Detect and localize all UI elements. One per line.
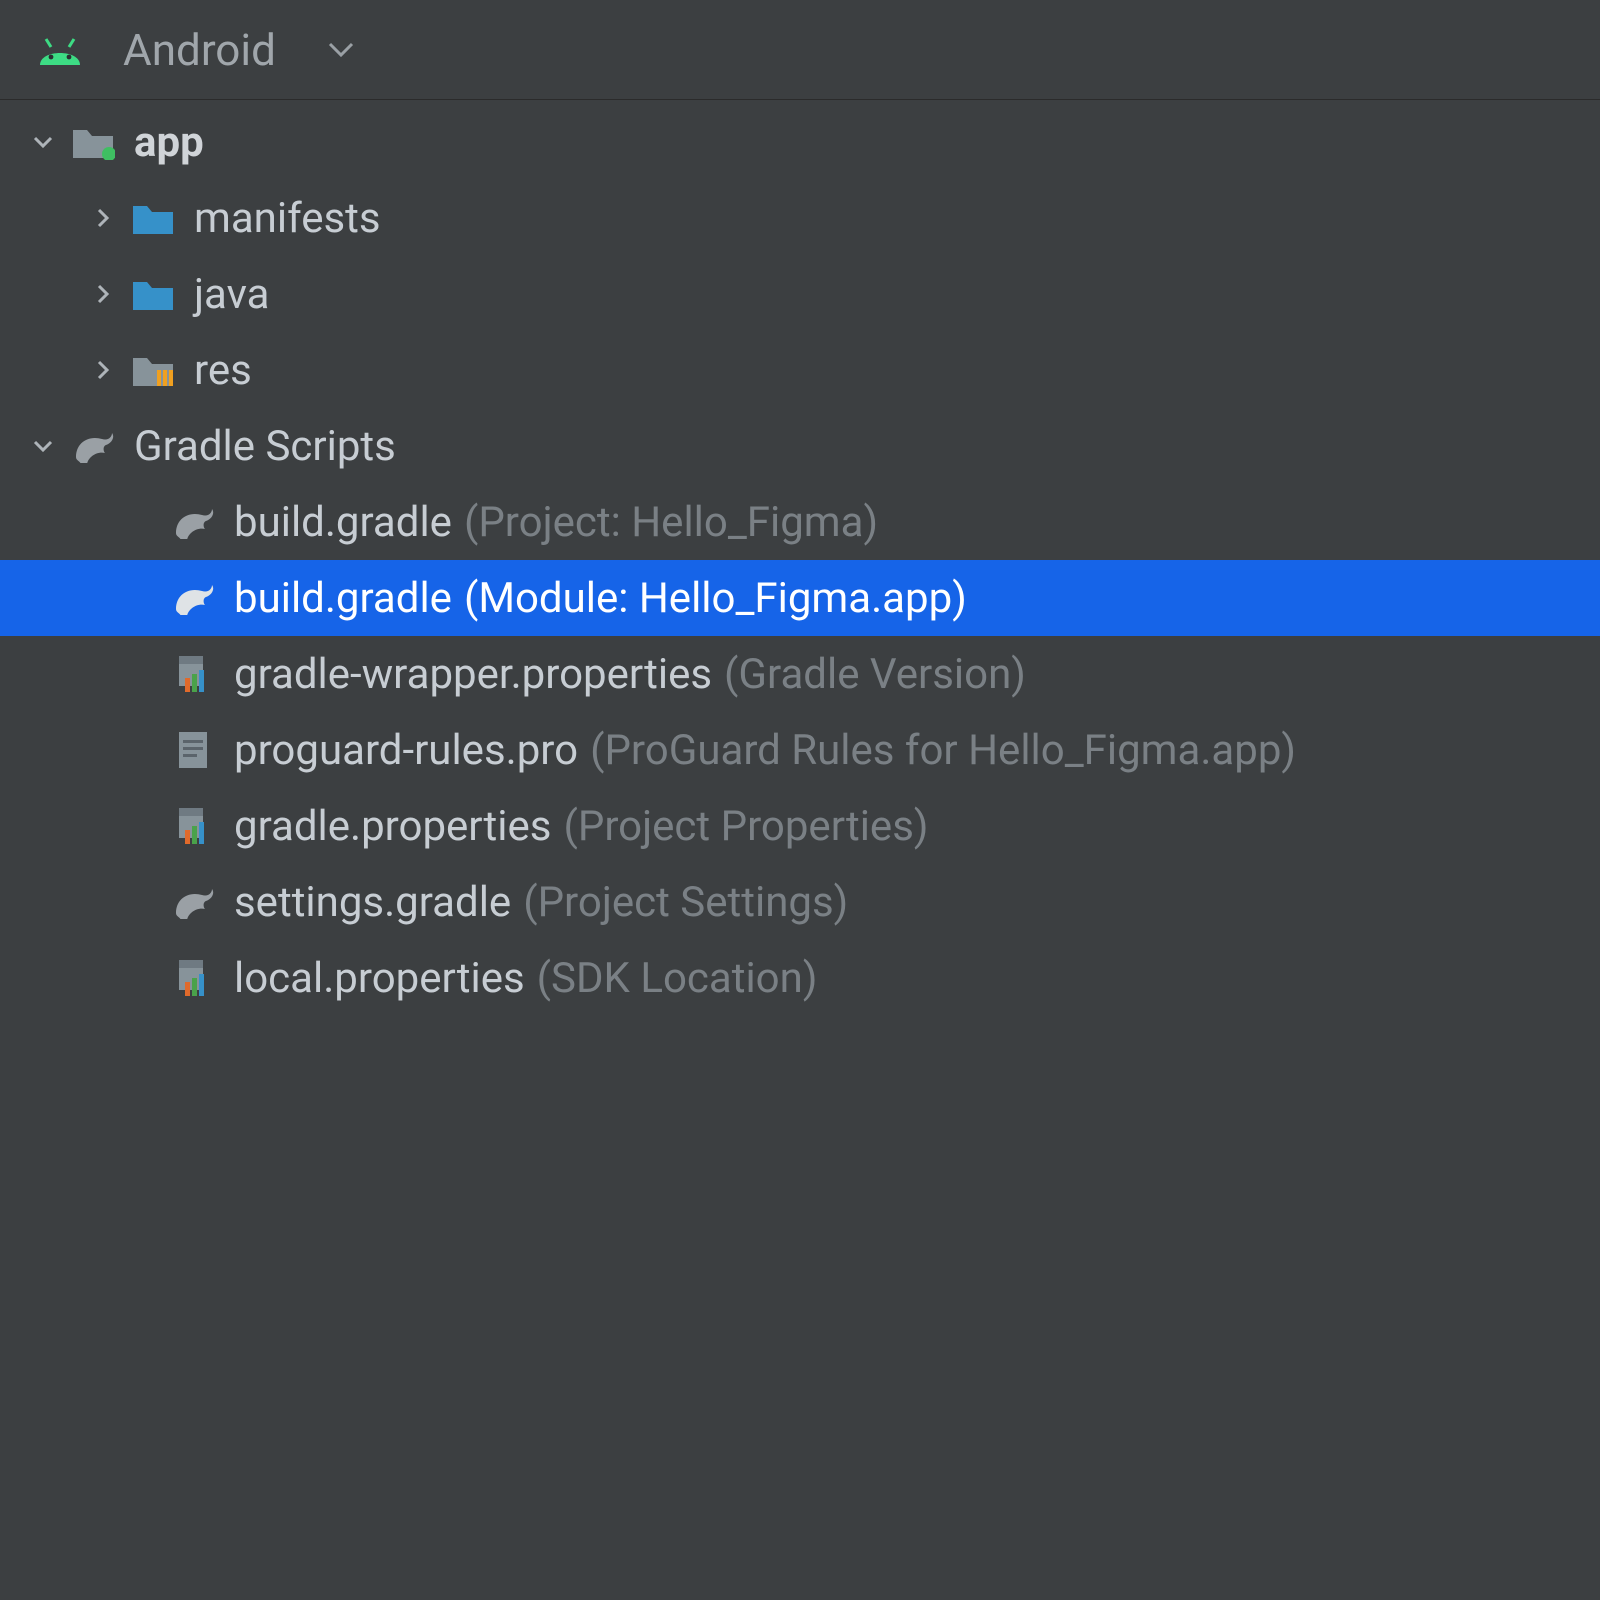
tree-hint: (Gradle Version) bbox=[724, 650, 1026, 699]
chevron-right-icon[interactable] bbox=[78, 282, 128, 306]
gradle-icon bbox=[168, 880, 218, 924]
tree-node-manifests[interactable]: manifests bbox=[0, 180, 1600, 256]
project-tree: app manifests bbox=[0, 100, 1600, 1016]
chevron-down-icon[interactable] bbox=[18, 434, 68, 458]
tree-label: res bbox=[194, 346, 252, 395]
tree-node-gradle-file[interactable]: build.gradle (Project: Hello_Figma) bbox=[0, 484, 1600, 560]
tree-label: settings.gradle bbox=[234, 878, 511, 927]
gradle-icon bbox=[68, 424, 118, 468]
chevron-right-icon[interactable] bbox=[78, 206, 128, 230]
tree-label: java bbox=[194, 270, 269, 319]
tree-node-gradle-file[interactable]: proguard-rules.pro (ProGuard Rules for H… bbox=[0, 712, 1600, 788]
tree-node-app[interactable]: app bbox=[0, 104, 1600, 180]
android-icon bbox=[35, 28, 85, 72]
resource-folder-icon bbox=[128, 348, 178, 392]
folder-icon bbox=[128, 272, 178, 316]
tree-label: gradle-wrapper.properties bbox=[234, 650, 712, 699]
project-panel: Android app bbox=[0, 0, 1600, 1600]
tree-hint: (Module: Hello_Figma.app) bbox=[464, 574, 967, 623]
tree-label: build.gradle bbox=[234, 498, 452, 547]
module-folder-icon bbox=[68, 120, 118, 164]
gradle-icon bbox=[168, 576, 218, 620]
tree-label: gradle.properties bbox=[234, 802, 551, 851]
view-selector-toolbar: Android bbox=[0, 0, 1600, 100]
tree-node-res[interactable]: res bbox=[0, 332, 1600, 408]
tree-node-gradle-scripts[interactable]: Gradle Scripts bbox=[0, 408, 1600, 484]
tree-hint: (SDK Location) bbox=[537, 954, 818, 1003]
tree-node-gradle-file[interactable]: gradle-wrapper.properties (Gradle Versio… bbox=[0, 636, 1600, 712]
view-selector-label[interactable]: Android bbox=[123, 24, 276, 76]
tree-hint: (Project Properties) bbox=[563, 802, 928, 851]
folder-icon bbox=[128, 196, 178, 240]
tree-hint: (ProGuard Rules for Hello_Figma.app) bbox=[590, 726, 1296, 775]
tree-label: local.properties bbox=[234, 954, 525, 1003]
tree-hint: (Project Settings) bbox=[523, 878, 848, 927]
tree-node-java[interactable]: java bbox=[0, 256, 1600, 332]
chevron-right-icon[interactable] bbox=[78, 358, 128, 382]
tree-label: manifests bbox=[194, 194, 381, 243]
text-icon bbox=[168, 728, 218, 772]
tree-label: build.gradle bbox=[234, 574, 452, 623]
tree-label: proguard-rules.pro bbox=[234, 726, 578, 775]
chevron-down-icon[interactable] bbox=[18, 130, 68, 154]
tree-label: Gradle Scripts bbox=[134, 422, 396, 471]
properties-icon bbox=[168, 804, 218, 848]
tree-node-gradle-file[interactable]: gradle.properties (Project Properties) bbox=[0, 788, 1600, 864]
chevron-down-icon[interactable] bbox=[328, 42, 354, 58]
properties-icon bbox=[168, 956, 218, 1000]
tree-node-gradle-file[interactable]: settings.gradle (Project Settings) bbox=[0, 864, 1600, 940]
tree-hint: (Project: Hello_Figma) bbox=[464, 498, 878, 547]
properties-icon bbox=[168, 652, 218, 696]
gradle-icon bbox=[168, 500, 218, 544]
tree-node-gradle-file[interactable]: build.gradle (Module: Hello_Figma.app) bbox=[0, 560, 1600, 636]
tree-label: app bbox=[134, 118, 204, 167]
tree-node-gradle-file[interactable]: local.properties (SDK Location) bbox=[0, 940, 1600, 1016]
